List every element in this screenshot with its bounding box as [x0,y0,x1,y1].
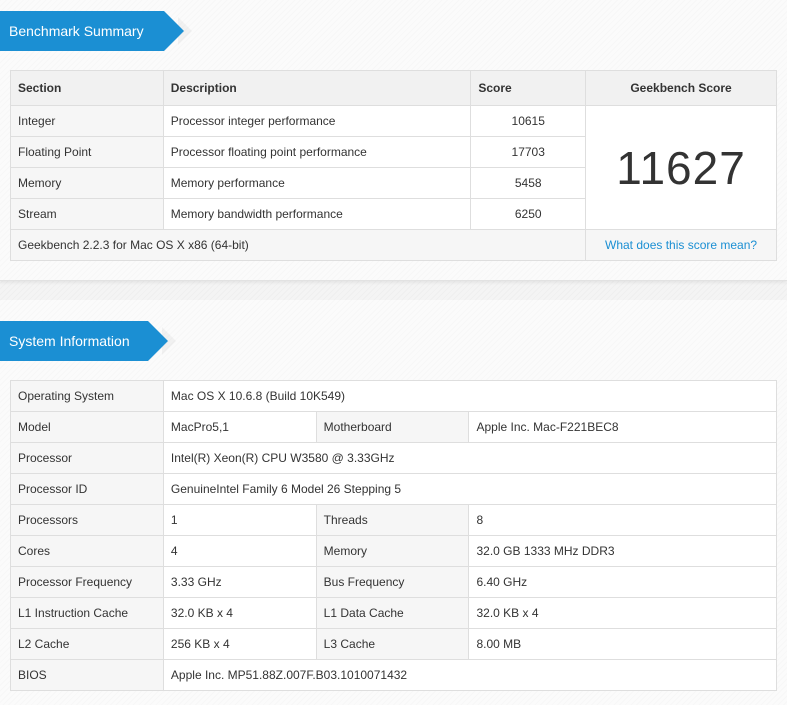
benchmark-footer-row: Geekbench 2.2.3 for Mac OS X x86 (64-bit… [9,229,777,261]
info-value: 8 [468,504,777,536]
info-label: Processor [10,442,164,474]
info-label: L1 Instruction Cache [10,597,164,629]
table-row: L1 Instruction Cache 32.0 KB x 4 L1 Data… [10,597,777,629]
info-value: 32.0 KB x 4 [162,597,317,629]
info-value: Apple Inc. Mac-F221BEC8 [468,411,777,443]
section-cell: Floating Point [10,136,164,168]
section-cell: Stream [10,198,164,230]
geekbench-total-score: 11627 [585,105,777,230]
description-cell: Memory bandwidth performance [162,198,472,230]
info-label: Operating System [10,380,164,412]
info-value: Intel(R) Xeon(R) CPU W3580 @ 3.33GHz [162,442,778,474]
benchmark-summary-title: Benchmark Summary [0,11,192,51]
description-cell: Processor floating point performance [162,136,472,168]
info-value: 32.0 KB x 4 [468,597,777,629]
header-score: Score [470,70,587,106]
info-label: Motherboard [315,411,470,443]
benchmark-header-row: Section Description Score Geekbench Scor… [10,70,777,106]
header-section: Section [10,70,164,106]
header-geekbench-score: Geekbench Score [585,70,777,106]
info-value: GenuineIntel Family 6 Model 26 Stepping … [162,473,778,505]
table-row: Processor ID GenuineIntel Family 6 Model… [10,473,778,505]
info-label: Processor ID [10,473,164,505]
header-description: Description [162,70,472,106]
table-row: Model MacPro5,1 Motherboard Apple Inc. M… [10,411,777,443]
score-meaning-link[interactable]: What does this score mean? [585,229,777,261]
description-cell: Memory performance [162,167,472,199]
table-row: L2 Cache 256 KB x 4 L3 Cache 8.00 MB [10,628,777,660]
description-cell: Processor integer performance [162,105,472,137]
info-value: 32.0 GB 1333 MHz DDR3 [468,535,777,567]
info-label: L3 Cache [315,628,470,660]
info-label: Cores [10,535,164,567]
info-value: 3.33 GHz [162,566,317,598]
info-label: Processor Frequency [10,566,164,598]
system-info-table: Operating System Mac OS X 10.6.8 (Build … [10,380,778,691]
info-value: 8.00 MB [468,628,777,660]
score-cell: 5458 [470,167,587,199]
table-row: Processor Intel(R) Xeon(R) CPU W3580 @ 3… [10,442,778,474]
info-label: Model [10,411,164,443]
score-cell: 10615 [470,105,587,137]
table-row: Processor Frequency 3.33 GHz Bus Frequen… [10,566,777,598]
system-information-title: System Information [0,321,176,361]
info-value: Apple Inc. MP51.88Z.007F.B03.1010071432 [162,659,778,691]
score-cell: 6250 [470,198,587,230]
geekbench-version: Geekbench 2.2.3 for Mac OS X x86 (64-bit… [9,229,587,261]
table-row: Cores 4 Memory 32.0 GB 1333 MHz DDR3 [10,535,777,567]
info-label: Bus Frequency [315,566,470,598]
benchmark-table: Section Description Score Geekbench Scor… [9,70,777,261]
table-row: BIOS Apple Inc. MP51.88Z.007F.B03.101007… [10,659,778,691]
section-cell: Integer [10,105,164,137]
info-label: Processors [10,504,164,536]
table-row: Processors 1 Threads 8 [10,504,777,536]
info-value: 6.40 GHz [468,566,777,598]
info-label: L1 Data Cache [315,597,470,629]
table-row: Operating System Mac OS X 10.6.8 (Build … [10,380,778,412]
info-label: BIOS [10,659,164,691]
score-cell: 17703 [470,136,587,168]
table-row: Integer Processor integer performance 10… [10,105,777,230]
info-label: Memory [315,535,470,567]
benchmark-summary-panel: Benchmark Summary Section Description Sc… [0,0,787,281]
section-cell: Memory [10,167,164,199]
info-value: 256 KB x 4 [162,628,317,660]
info-value: MacPro5,1 [162,411,317,443]
info-label: L2 Cache [10,628,164,660]
info-value: 4 [162,535,317,567]
info-value: 1 [162,504,317,536]
info-label: Threads [315,504,470,536]
info-value: Mac OS X 10.6.8 (Build 10K549) [162,380,778,412]
